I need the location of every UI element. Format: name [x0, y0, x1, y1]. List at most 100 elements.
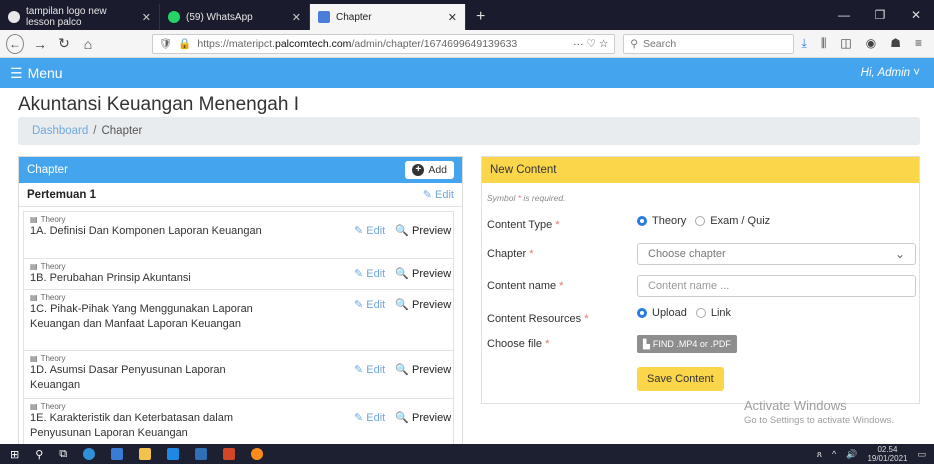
- breadcrumb: Dashboard / Chapter: [18, 117, 920, 145]
- find-file-button[interactable]: ▙ FIND .MP4 or .PDF: [637, 335, 737, 353]
- preview-button[interactable]: 🔍 Preview: [395, 363, 451, 376]
- close-tab-icon[interactable]: ✕: [142, 11, 151, 24]
- extension-icon[interactable]: ◉: [866, 36, 876, 51]
- windows-start-icon[interactable]: ⊞: [10, 448, 19, 461]
- theory-icon: ▤: [30, 293, 38, 302]
- preview-button[interactable]: 🔍 Preview: [395, 411, 451, 424]
- content-name-input[interactable]: Content name ...: [637, 275, 916, 297]
- content-type-label: Content Type *: [487, 219, 560, 231]
- preview-button[interactable]: 🔍 Preview: [395, 298, 451, 311]
- account-icon[interactable]: ☗: [890, 36, 901, 51]
- breadcrumb-current: Chapter: [101, 125, 143, 137]
- list-item: ▤ Theory 1B. Perubahan Prinsip Akuntansi …: [23, 259, 454, 290]
- list-item: ▤ Theory 1C. Pihak-Pihak Yang Menggunakan…: [23, 290, 454, 351]
- search-input[interactable]: ⚲ Search: [623, 33, 794, 54]
- url-bar[interactable]: 🛡 🔒 https://materipct.palcomtech.com/adm…: [151, 33, 616, 54]
- preview-button[interactable]: 🔍 Preview: [395, 267, 451, 280]
- chevron-down-icon: ⌄: [894, 247, 905, 261]
- powerpoint-icon[interactable]: [223, 448, 236, 460]
- edit-button[interactable]: ✎ Edit: [354, 411, 385, 424]
- chapter-select[interactable]: Choose chapter ⌄: [637, 243, 916, 265]
- reload-icon[interactable]: ↻: [56, 35, 72, 52]
- menu-button[interactable]: ☰ Menu: [10, 65, 63, 82]
- store-icon[interactable]: [111, 448, 124, 460]
- edit-button[interactable]: ✎ Edit: [354, 298, 385, 311]
- menu-icon[interactable]: ≡: [915, 36, 922, 51]
- mail-icon[interactable]: [167, 448, 180, 460]
- globe-icon: [8, 11, 20, 23]
- save-content-button[interactable]: Save Content: [637, 367, 724, 391]
- edit-button[interactable]: ✎ Edit: [354, 267, 385, 280]
- chapter-panel: Chapter + Add Pertemuan 1 ✎ Edit ▤ Theory…: [18, 156, 463, 446]
- chapter-label: Chapter *: [487, 248, 534, 260]
- browser-tab-3[interactable]: Chapter ✕: [310, 4, 466, 30]
- radio-theory[interactable]: [637, 216, 647, 226]
- browser-tab-2[interactable]: (59) WhatsApp ✕: [160, 4, 310, 30]
- page-title: Akuntansi Keuangan Menengah I: [18, 94, 299, 115]
- clock[interactable]: 02.54 19/01/2021: [867, 445, 907, 463]
- content-list: ▤ Theory 1A. Definisi Dan Komponen Lapora…: [19, 207, 462, 445]
- download-icon[interactable]: ⤓: [802, 36, 807, 51]
- resources-radio-group: Upload Link: [637, 307, 731, 319]
- firefox-icon[interactable]: [251, 448, 264, 460]
- edit-button[interactable]: ✎ Edit: [354, 224, 385, 237]
- whatsapp-icon: [168, 11, 180, 23]
- close-tab-icon[interactable]: ✕: [292, 11, 301, 24]
- close-window-icon[interactable]: ✕: [898, 8, 934, 22]
- search-icon: 🔍: [395, 364, 409, 376]
- edit-icon: ✎: [422, 189, 432, 201]
- explorer-icon[interactable]: [139, 448, 152, 460]
- breadcrumb-dashboard[interactable]: Dashboard: [32, 125, 88, 137]
- required-note: Symbol * is required.: [487, 193, 566, 203]
- hamburger-icon: ☰: [10, 64, 23, 81]
- home-icon[interactable]: ⌂: [80, 36, 96, 52]
- add-chapter-button[interactable]: + Add: [405, 161, 454, 179]
- tab-label: Chapter: [336, 11, 372, 23]
- theory-icon: ▤: [30, 354, 38, 363]
- back-icon[interactable]: ←: [6, 33, 24, 54]
- close-tab-icon[interactable]: ✕: [448, 11, 457, 24]
- browser-nav-bar: ← → ↻ ⌂ 🛡 🔒 https://materipct.palcomtech…: [0, 30, 934, 58]
- search-icon[interactable]: ⚲: [35, 448, 43, 461]
- item-title: 1D. Asumsi Dasar Penyusunan Laporan Keua…: [30, 364, 226, 391]
- search-icon: ⚲: [630, 37, 638, 50]
- preview-button[interactable]: 🔍 Preview: [395, 224, 451, 237]
- window-controls: — ❐ ✕: [826, 0, 934, 30]
- radio-link[interactable]: [695, 308, 706, 318]
- plus-circle-icon: +: [412, 164, 425, 176]
- browser-toolbar: ⤓ ⫼ ◫ ◉ ☗ ≡: [802, 36, 928, 51]
- tray-chevron-icon[interactable]: ^: [832, 449, 836, 459]
- task-view-icon[interactable]: ⧉: [59, 448, 67, 461]
- new-tab-button[interactable]: +: [466, 4, 495, 30]
- content-resources-label: Content Resources *: [487, 313, 589, 325]
- content-type-radio-group: Theory Exam / Quiz: [637, 215, 770, 227]
- library-icon[interactable]: ⫼: [821, 36, 827, 51]
- people-icon[interactable]: ጸ: [817, 449, 822, 460]
- page-actions-icon[interactable]: ··· ♡ ☆: [573, 38, 608, 50]
- edge-icon[interactable]: [83, 448, 96, 460]
- meeting-header: Pertemuan 1 ✎ Edit: [19, 183, 462, 207]
- radio-upload[interactable]: [637, 308, 647, 318]
- list-item: ▤ Theory 1E. Karakteristik dan Keterbatas…: [23, 399, 454, 445]
- list-item: ▤ Theory 1A. Definisi Dan Komponen Lapora…: [23, 211, 454, 259]
- photos-icon[interactable]: [195, 448, 208, 460]
- new-content-panel: New Content Symbol * is required. Conten…: [481, 156, 920, 404]
- user-menu[interactable]: Hi, Admin ˅: [861, 67, 924, 79]
- edit-meeting-button[interactable]: ✎ Edit: [423, 188, 454, 201]
- edit-button[interactable]: ✎ Edit: [354, 363, 385, 376]
- radio-exam-quiz[interactable]: [695, 216, 706, 226]
- notification-icon[interactable]: ▭: [917, 449, 926, 460]
- sidebar-icon[interactable]: ◫: [840, 36, 851, 51]
- forward-icon[interactable]: →: [32, 36, 48, 52]
- file-icon: ▙: [643, 338, 650, 349]
- shield-icon: 🛡: [158, 38, 173, 50]
- volume-icon[interactable]: 🔊: [846, 449, 857, 460]
- lock-icon: 🔒: [178, 38, 192, 50]
- maximize-icon[interactable]: ❐: [862, 8, 898, 22]
- browser-tab-1[interactable]: tampilan logo new lesson palco ✕: [0, 4, 160, 30]
- theory-icon: ▤: [30, 402, 38, 411]
- item-title: 1E. Karakteristik dan Keterbatasan dalam…: [30, 412, 234, 439]
- minimize-icon[interactable]: —: [826, 8, 862, 22]
- search-icon: 🔍: [395, 299, 409, 311]
- search-icon: 🔍: [395, 225, 409, 237]
